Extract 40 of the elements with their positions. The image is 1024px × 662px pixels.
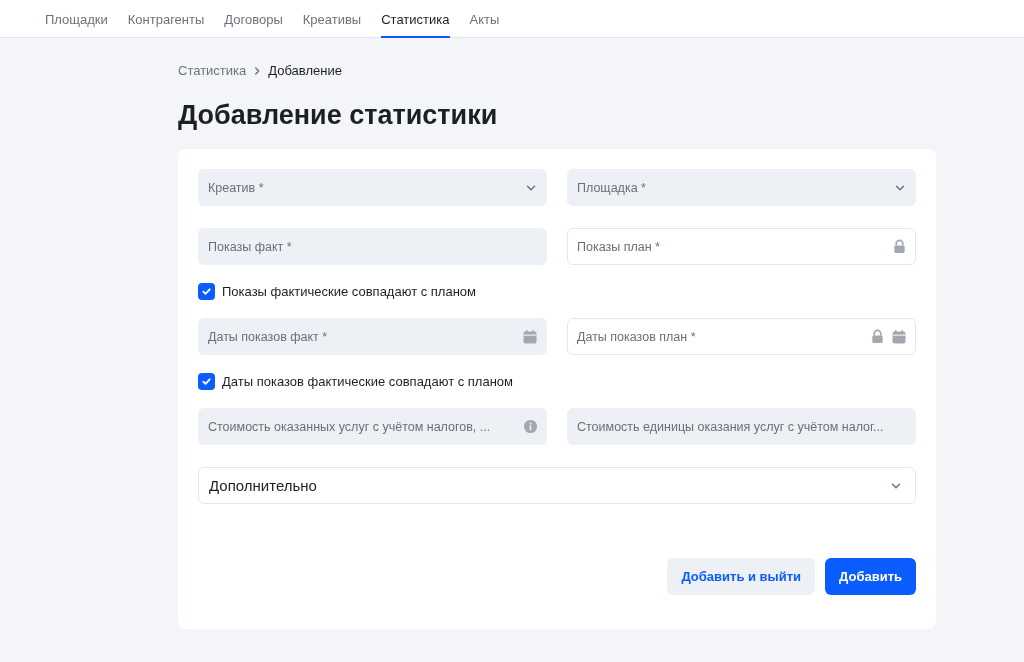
accordion-header[interactable]: Дополнительно [198, 467, 916, 504]
checkmark-icon [201, 376, 212, 387]
checkbox-label: Показы фактические совпадают с планом [222, 284, 477, 299]
select-field[interactable]: Креатив * [208, 180, 518, 195]
add-button[interactable]: Добавить [825, 558, 916, 595]
breadcrumb-link[interactable]: Статистика [178, 63, 247, 78]
date-field[interactable]: Даты показов план * [577, 329, 864, 344]
date-field[interactable]: Даты показов факт * [198, 318, 547, 355]
input-field[interactable]: Показы план * [567, 228, 916, 265]
input-field[interactable]: Стоимость оказанных услуг с учётом налогов, ... [198, 408, 547, 445]
select-field[interactable]: Площадка * [577, 180, 887, 195]
nav-tab[interactable]: Договоры [224, 0, 283, 38]
select-field[interactable]: Креатив * [198, 169, 547, 206]
checkbox[interactable] [198, 373, 215, 390]
checkmark-icon [201, 286, 212, 297]
add-and-exit-button[interactable]: Добавить и выйти [667, 558, 816, 595]
nav-tab[interactable]: Креативы [302, 0, 362, 38]
nav-tab[interactable]: Статистика [381, 0, 450, 38]
date-field[interactable]: Даты показов факт * [208, 329, 516, 344]
nav-tab[interactable]: Площадки [45, 0, 108, 38]
lock-icon [892, 239, 907, 254]
input-field[interactable]: Стоимость оказанных услуг с учётом налогов, ... [208, 419, 517, 434]
checkbox-label: Даты показов фактические совпадают с планом [222, 374, 514, 389]
checkbox[interactable] [198, 283, 215, 300]
input-field[interactable]: Стоимость единицы оказания услуг с учётом налог... [577, 419, 907, 434]
input-field[interactable]: Показы факт * [198, 228, 547, 265]
lock-icon [870, 329, 885, 344]
nav-tab[interactable]: Контрагенты [127, 0, 205, 38]
page-title: Добавление статистики [178, 100, 499, 131]
breadcrumb-link[interactable]: Добавление [268, 63, 342, 78]
calendar-icon [522, 328, 538, 345]
nav-tab[interactable]: Акты [469, 0, 500, 38]
input-field[interactable]: Показы факт * [208, 239, 538, 254]
input-field[interactable]: Стоимость единицы оказания услуг с учётом налог... [567, 408, 916, 445]
calendar-icon [891, 328, 907, 345]
select-field[interactable]: Площадка * [567, 169, 916, 206]
date-field[interactable]: Даты показов план * [567, 318, 916, 355]
info-icon [523, 419, 538, 434]
accordion-title: Дополнительно [209, 477, 317, 494]
input-field[interactable]: Показы план * [577, 239, 886, 254]
